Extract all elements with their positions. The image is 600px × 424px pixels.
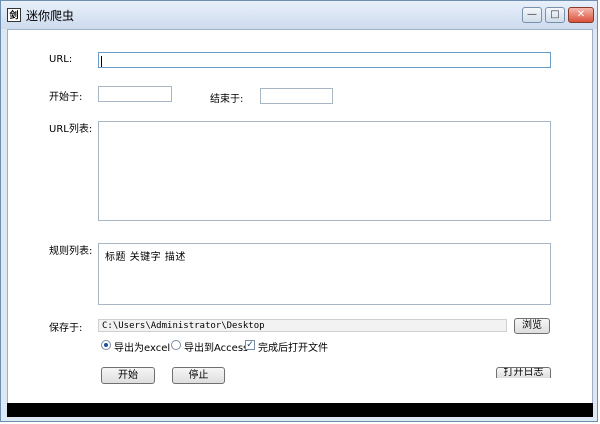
rules-list-textarea[interactable]: 标题 关键字 描述 [98, 243, 551, 305]
open-after-checkbox[interactable]: ✓ [245, 340, 255, 350]
url-input[interactable] [98, 52, 551, 68]
rules-text: 标题 关键字 描述 [105, 252, 186, 263]
minimize-button[interactable]: — [522, 7, 542, 23]
open-log-button[interactable]: 打开日志 [496, 367, 551, 378]
save-path-field: C:\Users\Administrator\Desktop [98, 319, 507, 332]
url-list-textarea[interactable] [98, 121, 551, 221]
start-button[interactable]: 开始 [101, 367, 155, 384]
export-access-label[interactable]: 导出到Access [184, 339, 248, 354]
url-list-label: URL列表: [49, 124, 93, 135]
export-excel-radio[interactable] [101, 340, 111, 350]
title-bar[interactable]: 剑 迷你爬虫 — □ ✕ [1, 1, 597, 29]
text-caret [101, 56, 102, 67]
end-at-input[interactable] [260, 88, 333, 104]
open-after-label[interactable]: 完成后打开文件 [258, 339, 328, 354]
start-at-input[interactable] [98, 86, 172, 102]
app-window: 剑 迷你爬虫 — □ ✕ URL: 开始于: 结束于: URL列表: 规则列表:… [0, 0, 598, 422]
export-excel-label[interactable]: 导出为excel [114, 339, 170, 354]
save-to-label: 保存于: [49, 323, 83, 334]
stop-button[interactable]: 停止 [172, 367, 225, 384]
window-title: 迷你爬虫 [26, 9, 75, 23]
rules-list-label: 规则列表: [49, 246, 93, 257]
maximize-button[interactable]: □ [545, 7, 565, 23]
start-at-label: 开始于: [49, 92, 83, 103]
browse-button[interactable]: 浏览 [514, 318, 550, 334]
spider-app-icon: 剑 [7, 8, 21, 22]
end-at-label: 结束于: [210, 94, 244, 105]
close-button[interactable]: ✕ [568, 7, 594, 23]
url-label: URL: [49, 54, 73, 65]
status-bar [7, 403, 593, 417]
export-access-radio[interactable] [171, 340, 181, 350]
